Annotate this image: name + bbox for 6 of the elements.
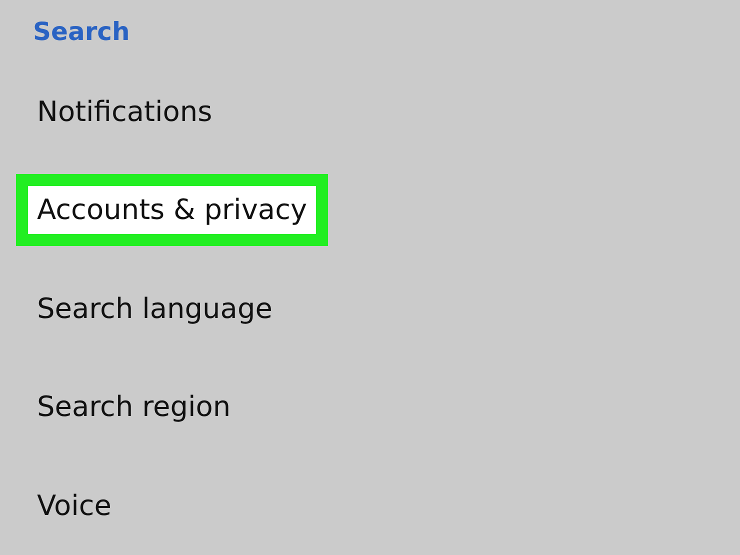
settings-item[interactable]: Notifications	[16, 76, 234, 148]
section-header: Search	[33, 16, 130, 48]
settings-item[interactable]: Voice	[16, 470, 133, 542]
settings-item[interactable]: Search language	[16, 272, 294, 345]
settings-item[interactable]: Search region	[16, 371, 252, 444]
settings-item[interactable]: Accounts & privacy	[16, 174, 328, 246]
